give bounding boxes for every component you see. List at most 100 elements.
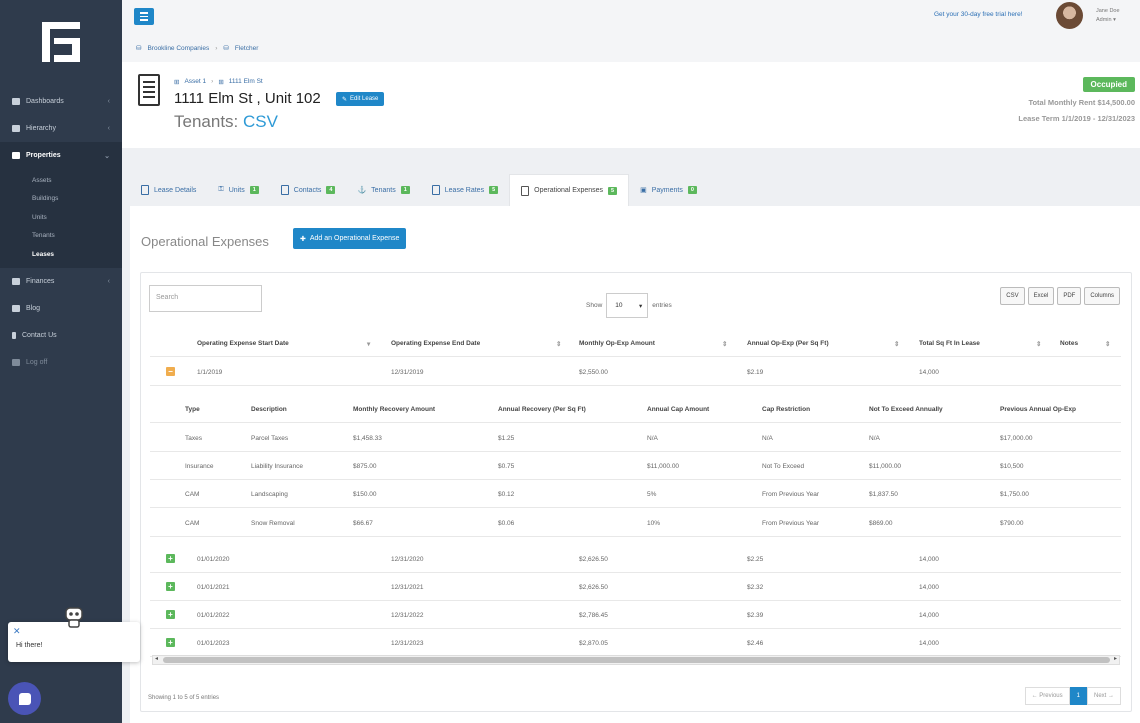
detail-row: CAM Landscaping $150.00 $0.12 5% From Pr…	[150, 480, 1121, 508]
sidebar-item-logoff[interactable]: Log off	[0, 349, 122, 376]
tab-lease-details[interactable]: Lease Details	[130, 174, 207, 206]
column-start-date[interactable]: Operating Expense Start Date	[197, 340, 289, 347]
column-annual-per-sqft[interactable]: Annual Op-Exp (Per Sq Ft)	[747, 340, 829, 347]
table-row[interactable]: + 01/01/2021 12/31/2021 $2,626.50 $2.32 …	[150, 573, 1121, 601]
expand-row-icon[interactable]: +	[166, 582, 175, 591]
lease-document-icon	[138, 74, 160, 106]
logo	[42, 22, 80, 62]
sidebar-item-blog[interactable]: Blog	[0, 295, 122, 322]
previous-page-button[interactable]: ← Previous	[1024, 687, 1070, 705]
pagination: ← Previous 1 Next →	[1024, 687, 1121, 705]
chevron-left-icon: ‹	[107, 277, 110, 285]
avatar[interactable]	[1056, 2, 1083, 29]
column-end-date[interactable]: Operating Expense End Date	[391, 340, 480, 347]
tab-contacts[interactable]: Contacts 4	[270, 174, 347, 206]
lease-breadcrumb: ⊞ Asset 1 › ⊞ 1111 Elm St	[174, 78, 263, 86]
column-monthly-amount[interactable]: Monthly Op-Exp Amount	[579, 340, 655, 347]
page-1-button[interactable]: 1	[1069, 687, 1087, 705]
tab-lease-rates[interactable]: Lease Rates 5	[421, 174, 509, 206]
user-role-dropdown[interactable]: Admin ▾	[1096, 17, 1116, 23]
export-buttons: CSV Excel PDF Columns	[1000, 287, 1120, 305]
scroll-left-icon[interactable]: ◂	[155, 655, 158, 662]
sidebar-subitem-tenants[interactable]: Tenants	[0, 227, 122, 246]
tab-count-badge: 0	[687, 186, 697, 194]
chat-bubble[interactable]: ✕ Hi there!	[8, 622, 140, 662]
close-icon[interactable]: ✕	[13, 626, 21, 637]
chatbot-icon[interactable]	[62, 606, 86, 628]
breadcrumb-company[interactable]: Brookline Companies	[147, 45, 209, 52]
tab-tenants[interactable]: ⚓ Tenants 1	[346, 174, 420, 206]
search-input[interactable]: Search	[149, 285, 262, 312]
building-icon: ⊞	[218, 79, 224, 86]
expand-row-icon[interactable]: +	[166, 638, 175, 647]
chevron-down-icon: ⌄	[104, 152, 110, 160]
menu-toggle-button[interactable]	[134, 8, 154, 25]
chat-icon	[18, 692, 31, 705]
lease-tabs: Lease Details ⚿ Units 1 Contacts 4 ⚓ Tenants…	[130, 174, 708, 206]
detail-row: Insurance Liability Insurance $875.00 $0…	[150, 452, 1121, 480]
tab-units[interactable]: ⚿ Units 1	[207, 174, 269, 206]
collapse-row-icon[interactable]: −	[166, 367, 175, 376]
table-info: Showing 1 to 5 of 5 entries	[148, 695, 220, 701]
sidebar-item-finances[interactable]: Finances ‹	[0, 268, 122, 295]
breadcrumb-asset[interactable]: Asset 1	[184, 78, 206, 86]
expenses-table-panel: Search Show 10 entries CSV Excel PDF Col…	[140, 272, 1132, 712]
expenses-table: Operating Expense Start Date ▾ Operating…	[150, 329, 1121, 672]
sidebar-item-hierarchy[interactable]: Hierarchy ‹	[0, 115, 122, 142]
sort-desc-icon[interactable]: ▾	[367, 340, 370, 348]
sort-icon[interactable]: ⇕	[1036, 340, 1041, 348]
scroll-right-icon[interactable]: ▸	[1114, 655, 1117, 662]
sidebar-subitem-units[interactable]: Units	[0, 208, 122, 227]
document-icon	[431, 185, 440, 195]
topbar: Get your 30-day free trial here! Jane Do…	[122, 0, 1140, 62]
info-icon	[12, 331, 16, 339]
column-total-sqft[interactable]: Total Sq Ft In Lease	[919, 340, 980, 347]
sidebar-subitem-leases[interactable]: Leases	[0, 245, 122, 264]
anchor-icon: ⚓	[357, 187, 367, 194]
next-page-button[interactable]: Next →	[1086, 687, 1121, 705]
tenant-link[interactable]: CSV	[243, 112, 278, 131]
horizontal-scrollbar[interactable]: ◂ ▸	[152, 655, 1120, 665]
add-operational-expense-button[interactable]: ✚ Add an Operational Expense	[293, 228, 407, 249]
page-size-select[interactable]: 10	[606, 293, 649, 318]
trial-link[interactable]: Get your 30-day free trial here!	[934, 11, 1023, 18]
sort-icon[interactable]: ⇕	[894, 340, 899, 348]
sort-icon[interactable]: ⇕	[556, 340, 561, 348]
sidebar-nav: Dashboards ‹ Hierarchy ‹ Properties ⌄ Asset…	[0, 88, 122, 376]
sidebar-item-dashboards[interactable]: Dashboards ‹	[0, 88, 122, 115]
table-row[interactable]: + 01/01/2020 12/31/2020 $2,626.50 $2.25 …	[150, 545, 1121, 573]
fletcher-icon: ⛁	[223, 45, 229, 52]
breadcrumb-fletcher[interactable]: Fletcher	[235, 45, 258, 52]
tab-operational-expenses[interactable]: Operational Expenses 5	[509, 174, 630, 206]
user-name[interactable]: Jane Doe	[1096, 8, 1120, 14]
table-row[interactable]: + 01/01/2022 12/31/2022 $2,786.45 $2.39 …	[150, 601, 1121, 629]
sort-icon[interactable]: ⇕	[722, 340, 727, 348]
scroll-thumb[interactable]	[163, 657, 1110, 663]
pdf-button[interactable]: PDF	[1057, 287, 1082, 305]
csv-button[interactable]: CSV	[1000, 287, 1025, 305]
sidebar-item-contact[interactable]: Contact Us	[0, 322, 122, 349]
sidebar-item-properties[interactable]: Properties ⌄	[0, 142, 122, 169]
hierarchy-icon	[12, 125, 20, 132]
sidebar-subitem-assets[interactable]: Assets	[0, 171, 122, 190]
chat-launcher-button[interactable]	[8, 682, 41, 715]
expand-row-icon[interactable]: +	[166, 610, 175, 619]
sort-icon[interactable]: ⇕	[1105, 340, 1110, 348]
sidebar-subitem-buildings[interactable]: Buildings	[0, 190, 122, 209]
tab-content: Operational Expenses ✚ Add an Operational…	[130, 206, 1140, 723]
sidebar: Dashboards ‹ Hierarchy ‹ Properties ⌄ Asset…	[0, 0, 122, 723]
asset-icon: ⊞	[174, 79, 180, 86]
expand-row-icon[interactable]: +	[166, 554, 175, 563]
column-notes[interactable]: Notes	[1060, 340, 1078, 347]
detail-row: CAM Snow Removal $66.67 $0.06 10% From P…	[150, 509, 1121, 537]
tab-payments[interactable]: ▣ Payments 0	[629, 174, 708, 206]
edit-lease-button[interactable]: ✎ Edit Lease	[336, 92, 385, 106]
detail-table-header: Type Description Monthly Recovery Amount…	[150, 395, 1121, 423]
table-row[interactable]: + 01/01/2023 12/31/2023 $2,870.05 $2.46 …	[150, 629, 1121, 657]
columns-button[interactable]: Columns	[1084, 287, 1120, 305]
table-row[interactable]: − 1/1/2019 12/31/2019 $2,550.00 $2.19 14…	[150, 358, 1121, 386]
breadcrumb-building[interactable]: 1111 Elm St	[229, 78, 263, 86]
plus-icon: ✚	[300, 235, 306, 243]
logout-icon	[12, 358, 20, 366]
excel-button[interactable]: Excel	[1027, 287, 1055, 305]
